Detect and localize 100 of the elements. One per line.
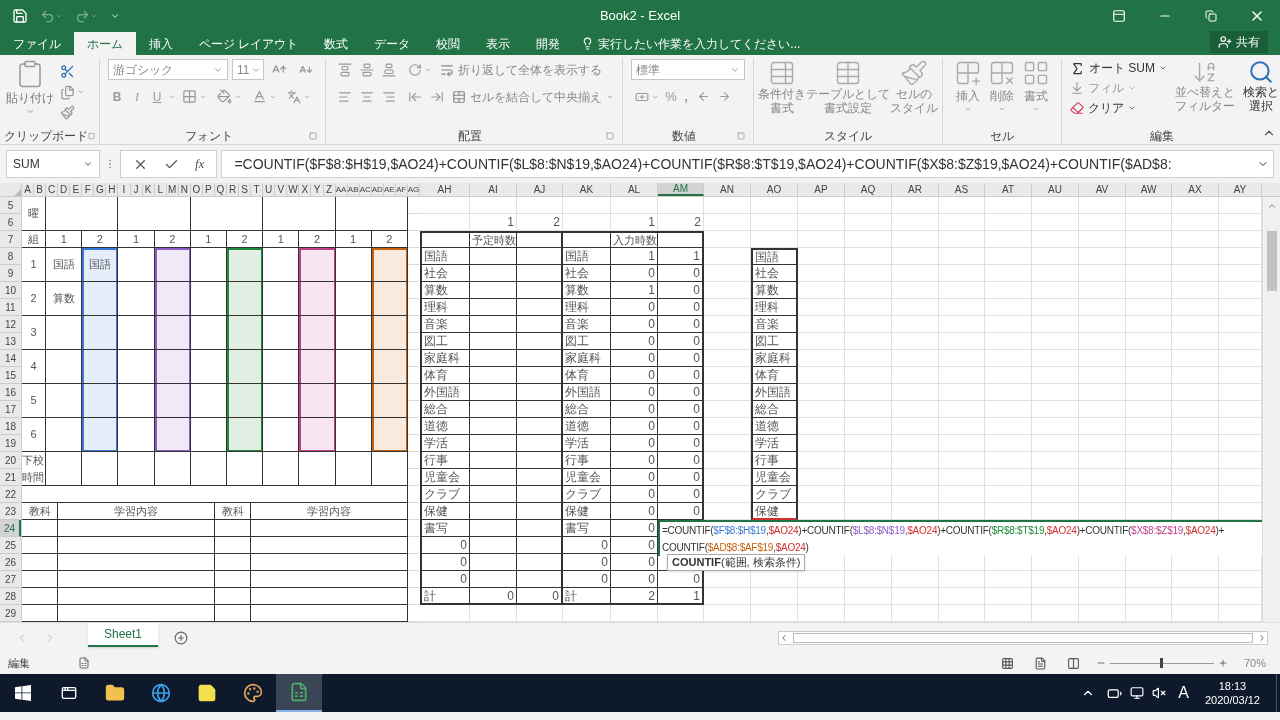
row-header[interactable]: 7 — [0, 231, 21, 248]
column-header[interactable]: AS — [939, 183, 985, 196]
paste-button[interactable]: 貼り付け — [4, 59, 56, 128]
ribbon-tab[interactable]: ホーム — [74, 32, 136, 55]
column-header[interactable]: AQ — [845, 183, 892, 196]
column-header[interactable]: K — [142, 183, 155, 196]
column-header[interactable]: AP — [798, 183, 845, 196]
row-header[interactable]: 26 — [0, 554, 21, 571]
row-header[interactable]: 25 — [0, 537, 21, 554]
column-header[interactable]: D — [58, 183, 71, 196]
column-header[interactable]: Z — [323, 183, 336, 196]
row-header[interactable]: 24 — [0, 520, 21, 537]
number-format-field[interactable]: 標準 — [631, 59, 745, 80]
column-header[interactable]: F — [82, 183, 95, 196]
column-header[interactable]: E — [70, 183, 83, 196]
row-header[interactable]: 18 — [0, 418, 21, 435]
column-header[interactable]: AA — [335, 183, 348, 196]
column-header[interactable]: AJ — [517, 183, 563, 196]
column-header[interactable]: AX — [1172, 183, 1219, 196]
ribbon-tab[interactable]: ページ レイアウト — [186, 32, 312, 55]
row-header[interactable]: 11 — [0, 299, 21, 316]
column-header[interactable]: P — [202, 183, 215, 196]
tell-me-field[interactable]: 実行したい作業を入力してください... — [573, 32, 809, 55]
clock[interactable]: 18:13 2020/03/12 — [1204, 679, 1260, 707]
table-cell: 0 — [611, 571, 658, 588]
row-header[interactable]: 12 — [0, 316, 21, 333]
column-header[interactable]: AH — [420, 183, 470, 196]
row-header[interactable]: 10 — [0, 282, 21, 299]
row-header[interactable]: 19 — [0, 435, 21, 452]
column-header[interactable]: Y — [311, 183, 324, 196]
row-header[interactable]: 5 — [0, 197, 21, 214]
column-header[interactable]: AE — [383, 183, 396, 196]
formula-field[interactable]: =COUNTIF($F$8:$H$19,$AO24)+COUNTIF($L$8:$N$19,$AO24)+COUNTIF($R$8:$T$19,$AO24)+COUNTIF($X$8:$Z$19,$AO24)+COUNTIF($AD$8: — [221, 150, 1274, 178]
share-button[interactable]: 共有 — [1210, 31, 1268, 53]
column-header[interactable]: AK — [563, 183, 611, 196]
column-header[interactable]: AU — [1032, 183, 1079, 196]
row-header[interactable]: 8 — [0, 248, 21, 265]
column-header[interactable]: A — [22, 183, 35, 196]
ribbon-tab[interactable]: 表示 — [473, 32, 524, 55]
font-name-field[interactable]: 游ゴシック — [108, 59, 229, 80]
clear-button[interactable]: クリア — [1070, 99, 1167, 117]
column-header[interactable]: Q — [214, 183, 227, 196]
column-header[interactable]: AM — [658, 183, 704, 196]
column-header[interactable]: H — [106, 183, 119, 196]
column-header[interactable]: C — [46, 183, 59, 196]
column-header[interactable]: O — [190, 183, 203, 196]
ribbon-tab[interactable]: 開発 — [523, 32, 574, 55]
column-header[interactable]: G — [94, 183, 107, 196]
find-select-button[interactable]: 検索と 選択 — [1243, 59, 1279, 128]
row-header[interactable]: 16 — [0, 384, 21, 401]
column-header[interactable]: AO — [751, 183, 798, 196]
row-header[interactable]: 9 — [0, 265, 21, 282]
column-header[interactable]: W — [287, 183, 300, 196]
column-header[interactable]: M — [166, 183, 179, 196]
row-header[interactable]: 17 — [0, 401, 21, 418]
ime-indicator[interactable]: A — [1178, 681, 1189, 705]
column-header[interactable]: AD — [371, 183, 384, 196]
autosum-button[interactable]: オート SUM — [1070, 59, 1167, 77]
column-header[interactable]: B — [34, 183, 47, 196]
name-box[interactable]: SUM — [6, 150, 100, 178]
column-header[interactable]: S — [239, 183, 252, 196]
row-header[interactable]: 14 — [0, 350, 21, 367]
ribbon-tab[interactable]: データ — [361, 32, 424, 55]
row-header[interactable]: 13 — [0, 333, 21, 350]
insert-function-button[interactable]: fx — [195, 154, 205, 174]
column-header[interactable]: T — [251, 183, 264, 196]
column-header[interactable]: I — [118, 183, 131, 196]
column-header[interactable]: AR — [892, 183, 939, 196]
row-header[interactable]: 22 — [0, 486, 21, 503]
row-header[interactable]: 27 — [0, 571, 21, 588]
column-header[interactable]: J — [130, 183, 143, 196]
column-header[interactable]: V — [275, 183, 288, 196]
sheet-tab[interactable]: Sheet1 — [88, 622, 159, 647]
column-header[interactable]: AG — [407, 183, 420, 196]
ribbon-tab[interactable]: 数式 — [311, 32, 362, 55]
row-header[interactable]: 28 — [0, 588, 21, 605]
table-cell: 0 — [611, 299, 658, 316]
row-header[interactable]: 6 — [0, 214, 21, 231]
column-header[interactable]: AC — [359, 183, 372, 196]
cell-editor[interactable]: =COUNTIF($F$8:$H$19,$AO24)+COUNTIF($L$8:$N$19,$AO24)+COUNTIF($R$8:$T$19,$AO24)+COUNTIF($X$8:$Z$19,$AO24)+ COUNTIF($AD$8:$AF$19,$AO24) — [658, 520, 1262, 556]
column-header[interactable]: X — [299, 183, 312, 196]
ribbon-tab[interactable]: ファイル — [0, 32, 74, 55]
ribbon-tab[interactable]: 挿入 — [136, 32, 186, 55]
column-header[interactable]: AB — [347, 183, 360, 196]
row-header[interactable]: 15 — [0, 367, 21, 384]
column-header[interactable]: AW — [1126, 183, 1172, 196]
column-header[interactable]: L — [154, 183, 167, 196]
column-header[interactable]: AT — [985, 183, 1032, 196]
column-header[interactable]: AN — [704, 183, 751, 196]
ribbon-tab[interactable]: 校閲 — [423, 32, 474, 55]
column-header[interactable]: R — [227, 183, 240, 196]
column-header[interactable]: AV — [1079, 183, 1126, 196]
row-header[interactable]: 20 — [0, 452, 21, 469]
font-size-field[interactable]: 11 — [232, 59, 264, 80]
column-header[interactable]: AF — [395, 183, 408, 196]
column-header[interactable]: U — [263, 183, 276, 196]
table-cell: 家庭科 — [420, 350, 470, 367]
column-header[interactable]: N — [178, 183, 191, 196]
row-header[interactable]: 21 — [0, 469, 21, 486]
column-header[interactable]: AI — [470, 183, 517, 196]
